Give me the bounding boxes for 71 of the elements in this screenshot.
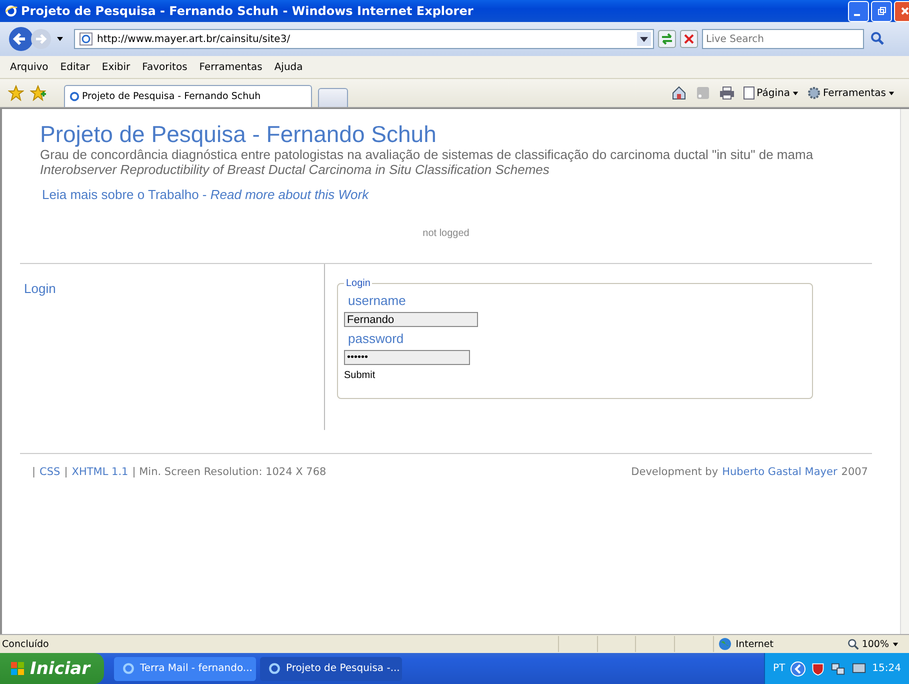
caret-icon	[792, 90, 799, 96]
browser-icon	[122, 662, 135, 675]
footer-link[interactable]: XHTML 1.1	[72, 466, 128, 478]
read-more-link[interactable]: Leia mais sobre o Trabalho -	[42, 187, 210, 202]
page-menu-button[interactable]: Página	[742, 86, 799, 100]
tools-menu-button[interactable]: Ferramentas	[806, 86, 895, 100]
shield-icon[interactable]	[811, 662, 826, 676]
windows-flag-icon	[10, 660, 26, 676]
submit-button[interactable]: Submit	[344, 370, 376, 381]
print-icon[interactable]	[718, 85, 735, 101]
add-favorite-icon[interactable]	[30, 85, 46, 101]
footer-text: |	[32, 466, 36, 478]
browser-icon	[4, 4, 18, 18]
dropdown-arrow-icon[interactable]	[56, 35, 64, 43]
footer-text: |	[64, 466, 68, 478]
gear-icon	[806, 86, 821, 100]
menu-item[interactable]: Favoritos	[142, 62, 188, 72]
login-status: not logged	[422, 228, 470, 239]
read-more-link[interactable]: Read more about this Work	[210, 187, 369, 202]
menu-item[interactable]: Arquivo	[10, 62, 48, 72]
footer-text: Development by	[631, 466, 718, 478]
page-icon	[79, 32, 93, 46]
subtitle: Grau de concordância diagnóstica entre patologistas na avaliação de sistemas de classificação do carcinoma ductal "in situ" de mama	[40, 147, 814, 162]
close-button[interactable]	[894, 0, 909, 22]
refresh-icon[interactable]	[658, 30, 676, 48]
globe-icon	[718, 637, 732, 651]
caret-icon	[892, 640, 899, 648]
back-button[interactable]	[8, 26, 34, 52]
monitor-icon[interactable]	[851, 662, 868, 676]
menu-item[interactable]: Ajuda	[274, 62, 303, 72]
maximize-button[interactable]	[871, 0, 892, 22]
zoom-icon	[846, 638, 859, 650]
login-link[interactable]: Login	[24, 281, 56, 296]
home-icon[interactable]	[670, 85, 687, 101]
address-field[interactable]: http://www.mayer.art.br/cainsitu/site3/	[74, 29, 654, 49]
username-field[interactable]: Fernando	[344, 312, 478, 327]
zone-text: Internet	[736, 638, 774, 650]
stop-icon[interactable]	[680, 30, 698, 48]
taskbar-button[interactable]: Terra Mail - fernando...	[114, 656, 256, 680]
menu-item[interactable]: Exibir	[102, 62, 130, 72]
footer-link[interactable]: CSS	[40, 466, 60, 478]
footer-text: | Min. Screen Resolution: 1024 X 768	[132, 466, 326, 478]
password-field[interactable]: ••••••	[344, 350, 470, 365]
password-label: password	[348, 331, 405, 346]
forward-button[interactable]	[30, 28, 52, 50]
clock: 15:24	[872, 663, 901, 674]
footer-link[interactable]: Huberto Gastal Mayer	[722, 466, 838, 478]
favorites-star-icon[interactable]	[8, 85, 24, 101]
network-icon[interactable]	[830, 662, 846, 676]
menu-item[interactable]: Editar	[60, 62, 90, 72]
start-button[interactable]: Iniciar	[0, 653, 104, 684]
window-title: Projeto de Pesquisa - Fernando Schuh - Windows Internet Explorer	[21, 4, 474, 18]
english-subtitle: Interobserver Reproductibility of Breast Ductal Carcinoma in Situ Classification Schemes	[40, 162, 550, 177]
zoom-button[interactable]: 100%	[846, 638, 909, 650]
browser-tab[interactable]: Projeto de Pesquisa - Fernando Schuh	[64, 85, 312, 107]
browser-icon	[69, 91, 80, 102]
browser-icon	[268, 662, 281, 675]
footer-text: 2007	[841, 466, 868, 478]
taskbar-button[interactable]: Projeto de Pesquisa -...	[260, 656, 402, 680]
page-icon	[742, 86, 755, 100]
page-title: Projeto de Pesquisa - Fernando Schuh	[40, 121, 438, 147]
restore-icon	[876, 6, 886, 16]
form-legend: Login	[344, 278, 372, 289]
caret-icon	[888, 90, 895, 96]
close-icon	[900, 6, 909, 16]
minimize-icon	[854, 14, 860, 16]
status-text: Concluído	[1, 638, 50, 650]
minimize-button[interactable]	[848, 0, 869, 22]
menu-item[interactable]: Ferramentas	[199, 62, 262, 72]
search-field[interactable]: Live Search	[702, 29, 864, 49]
username-label: username	[348, 293, 407, 308]
